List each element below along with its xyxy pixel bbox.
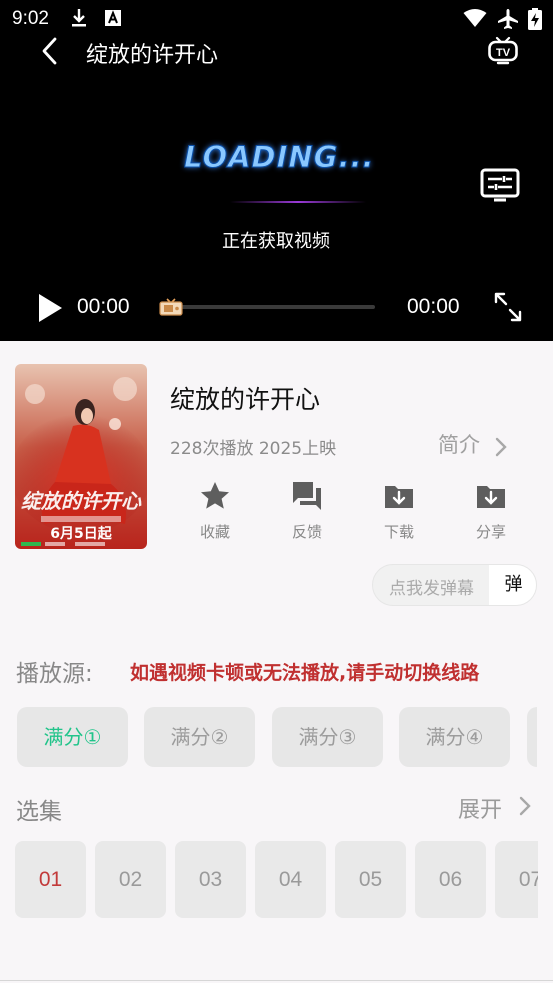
- back-button[interactable]: [38, 36, 62, 66]
- loading-logo: LOADING...: [184, 140, 375, 175]
- app-root: 9:02 绽放的许开心 TV LOADING... 正在获取视频 00:00 0…: [0, 0, 553, 983]
- danmu-bar: 点我发弹幕 弹: [372, 564, 537, 606]
- poster-title-art: 绽放的许开心: [21, 489, 142, 513]
- source-warning: 如遇视频卡顿或无法播放,请手动切换线路: [130, 662, 480, 684]
- video-title: 绽放的许开心: [170, 385, 321, 414]
- feedback-button[interactable]: 反馈: [277, 480, 337, 548]
- episode-07[interactable]: 07: [495, 841, 538, 918]
- bottom-divider: [0, 980, 553, 981]
- source-option-overflow[interactable]: [527, 707, 537, 767]
- episodes-expand-button[interactable]: 展开: [458, 792, 502, 824]
- source-option-3[interactable]: 满分③: [272, 707, 383, 767]
- play-icon[interactable]: [36, 292, 64, 324]
- battery-charging-icon: [528, 8, 542, 30]
- airplane-icon: [498, 9, 518, 29]
- download-icon: [72, 9, 86, 27]
- loading-text: 正在获取视频: [222, 231, 330, 252]
- status-time: 9:02: [12, 8, 49, 29]
- episode-04[interactable]: 04: [255, 841, 326, 918]
- wifi-icon: [463, 9, 487, 27]
- episode-02[interactable]: 02: [95, 841, 166, 918]
- subtitle-settings-icon[interactable]: [480, 168, 520, 204]
- loading-divider: [230, 201, 366, 203]
- feedback-label: 反馈: [291, 523, 322, 541]
- episode-01[interactable]: 01: [15, 841, 86, 918]
- collect-button[interactable]: 收藏: [185, 480, 245, 548]
- source-label: 播放源:: [16, 661, 93, 687]
- danmu-input[interactable]: 点我发弹幕: [389, 574, 474, 599]
- chevron-right-icon[interactable]: [494, 436, 508, 458]
- player-title: 绽放的许开心: [86, 43, 219, 68]
- video-meta: 228次播放 2025上映: [170, 439, 337, 459]
- episode-list: 01 02 03 04 05 06 07: [15, 841, 538, 919]
- episode-05[interactable]: 05: [335, 841, 406, 918]
- total-time: 00:00: [407, 295, 460, 318]
- episode-03[interactable]: 03: [175, 841, 246, 918]
- tv-cast-icon[interactable]: TV: [488, 36, 518, 66]
- current-time: 00:00: [77, 295, 130, 318]
- svg-text:TV: TV: [496, 47, 511, 59]
- share-folder-icon: [477, 486, 505, 508]
- chevron-right-icon[interactable]: [518, 795, 532, 817]
- download-label: 下载: [383, 523, 414, 541]
- collect-label: 收藏: [199, 523, 230, 541]
- download-button[interactable]: 下载: [369, 480, 429, 548]
- poster-image[interactable]: 绽放的许开心 6月5日起: [15, 364, 147, 549]
- source-option-1[interactable]: 满分①: [17, 707, 128, 767]
- episodes-label: 选集: [16, 799, 62, 825]
- episode-06[interactable]: 06: [415, 841, 486, 918]
- a-letter-icon: [105, 10, 121, 26]
- status-bar: 9:02: [0, 0, 553, 36]
- download-folder-icon: [385, 486, 413, 508]
- share-button[interactable]: 分享: [461, 480, 521, 548]
- star-icon: [201, 482, 229, 509]
- video-player[interactable]: 9:02 绽放的许开心 TV LOADING... 正在获取视频 00:00 0…: [0, 0, 553, 341]
- poster-date: 6月5日起: [50, 525, 112, 542]
- seek-bar[interactable]: [160, 305, 375, 309]
- fullscreen-icon[interactable]: [494, 292, 522, 322]
- share-label: 分享: [475, 523, 506, 541]
- seek-thumb-tv-icon[interactable]: [159, 298, 183, 316]
- source-option-2[interactable]: 满分②: [144, 707, 255, 767]
- source-option-4[interactable]: 满分④: [399, 707, 510, 767]
- intro-link[interactable]: 简介: [438, 429, 480, 459]
- feedback-icon: [293, 482, 321, 510]
- danmu-send-button[interactable]: 弹: [489, 565, 536, 605]
